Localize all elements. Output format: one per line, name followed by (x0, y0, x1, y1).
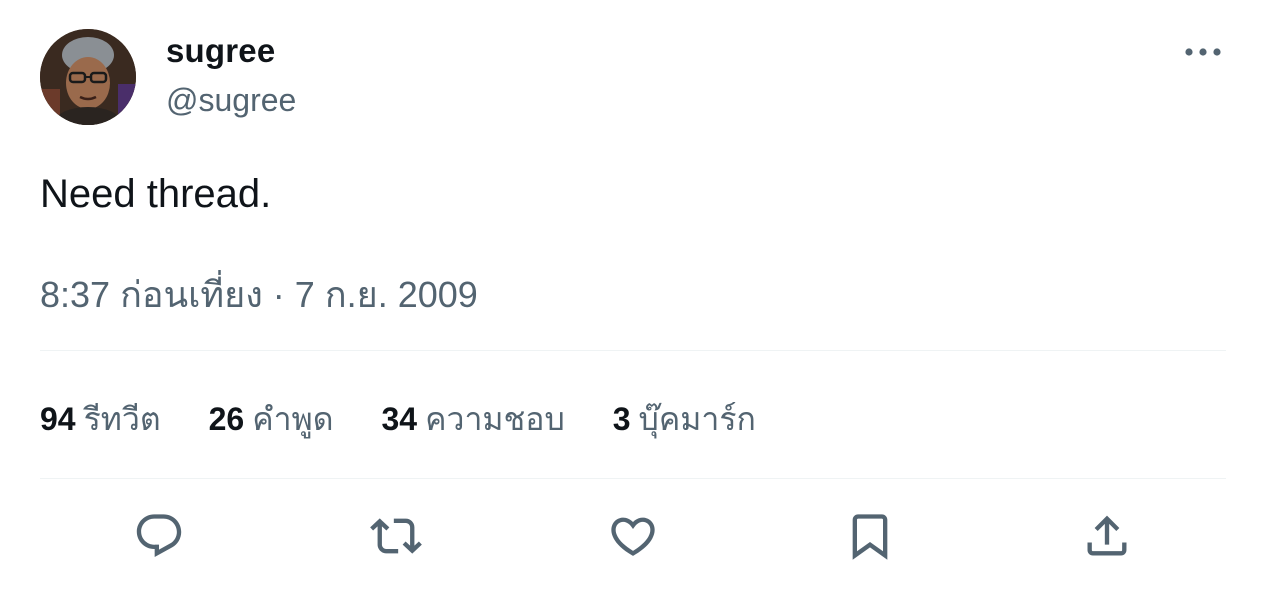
divider (40, 350, 1226, 351)
stat-label: ความชอบ (425, 401, 565, 437)
stat-bookmarks[interactable]: 3 บุ๊คมาร์ก (613, 394, 756, 445)
retweet-button[interactable] (368, 508, 424, 564)
more-horizontal-icon (1185, 48, 1221, 56)
like-button[interactable] (605, 508, 661, 564)
reply-bubble-icon (136, 514, 182, 558)
tweet-timestamp[interactable]: 8:37 ก่อนเที่ยง · 7 ก.ย. 2009 (40, 266, 478, 323)
tweet-stats: 94 รีทวีต 26 คำพูด 34 ความชอบ 3 บุ๊คมาร์ก (40, 394, 804, 438)
share-button[interactable] (1079, 508, 1135, 564)
divider (40, 478, 1226, 479)
user-avatar-image (40, 29, 136, 125)
more-options-button[interactable] (1180, 36, 1226, 68)
stat-quotes[interactable]: 26 คำพูด (209, 394, 334, 445)
stat-count: 94 (40, 401, 76, 437)
tweet-detail: sugree @sugree Need thread. 8:37 ก่อนเที… (0, 0, 1262, 592)
stat-count: 34 (381, 401, 418, 437)
stat-label: คำพูด (252, 401, 334, 437)
stat-likes[interactable]: 34 ความชอบ (381, 394, 564, 445)
bookmark-button[interactable] (842, 508, 898, 564)
stat-count: 3 (612, 401, 631, 437)
bookmark-icon (852, 514, 888, 560)
user-handle[interactable]: @sugree (166, 82, 296, 119)
reply-button[interactable] (131, 508, 187, 564)
stat-count: 26 (208, 401, 245, 437)
avatar[interactable] (40, 29, 136, 125)
retweet-icon (370, 518, 422, 554)
share-upload-icon (1087, 515, 1127, 556)
display-name[interactable]: sugree (166, 32, 275, 70)
stat-label: รีทวีต (83, 401, 161, 437)
tweet-actions (0, 508, 1262, 564)
stat-label: บุ๊คมาร์ก (638, 401, 756, 437)
stat-retweets[interactable]: 94 รีทวีต (40, 394, 161, 445)
heart-icon (611, 517, 655, 556)
tweet-text: Need thread. (40, 172, 272, 216)
